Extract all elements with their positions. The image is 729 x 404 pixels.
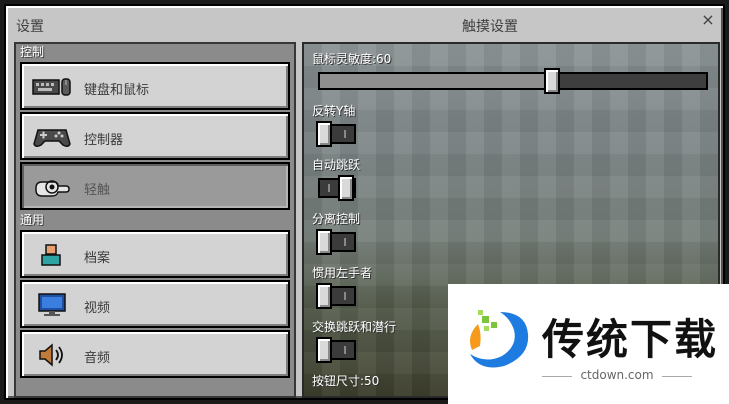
gamepad-icon <box>33 129 71 148</box>
section-label-control: 控制 <box>20 45 45 59</box>
sidebar-item-label: 控制器 <box>84 133 124 148</box>
slider-fill <box>320 74 552 88</box>
sensitivity-slider[interactable] <box>318 68 708 94</box>
page-title: 触摸设置 <box>462 19 518 35</box>
sidebar-item-label: 视频 <box>84 301 111 316</box>
sidebar-item-touch[interactable]: 轻触 <box>20 162 290 210</box>
keyboard-mouse-icon <box>32 78 71 96</box>
sidebar-item-audio[interactable]: 音频 <box>20 330 290 378</box>
toggle-pip <box>344 238 346 246</box>
sidebar: 控制 键盘和鼠标 控制器 轻触 通用 档案 视频 音频 <box>14 42 296 398</box>
slider-thumb[interactable] <box>543 68 560 94</box>
split-controls-label: 分离控制 <box>312 212 361 226</box>
watermark-banner: 传统下载 ctdown.com <box>448 284 729 404</box>
speaker-icon <box>39 343 63 367</box>
sidebar-item-label: 档案 <box>84 251 111 266</box>
watermark-title: 传统下载 <box>542 315 719 364</box>
sidebar-item-controller[interactable]: 控制器 <box>20 112 290 160</box>
toggle-knob <box>316 337 332 363</box>
left-handed-label: 惯用左手者 <box>312 266 373 280</box>
sidebar-item-label: 音频 <box>84 351 111 366</box>
split-controls-toggle[interactable] <box>316 229 356 255</box>
section-label-general: 通用 <box>20 213 45 227</box>
touch-hand-icon <box>35 180 70 197</box>
toggle-knob <box>316 229 332 255</box>
toggle-pip <box>328 184 330 192</box>
watermark-subtitle: ctdown.com <box>542 368 692 382</box>
button-size-label: 按钮尺寸:50 <box>312 374 380 388</box>
auto-jump-label: 自动跳跃 <box>312 158 361 172</box>
profile-icon <box>41 244 61 266</box>
settings-title: 设置 <box>16 19 44 35</box>
auto-jump-toggle[interactable] <box>318 175 356 201</box>
toggle-pip <box>344 346 346 354</box>
sensitivity-label: 鼠标灵敏度:60 <box>312 52 392 66</box>
invert-y-toggle[interactable] <box>316 121 356 147</box>
monitor-icon <box>38 293 66 316</box>
left-handed-toggle[interactable] <box>316 283 356 309</box>
sidebar-item-keyboard-mouse[interactable]: 键盘和鼠标 <box>20 62 290 110</box>
close-icon[interactable]: × <box>699 12 717 30</box>
toggle-knob <box>316 121 332 147</box>
sidebar-item-label: 轻触 <box>84 183 111 198</box>
toggle-knob <box>316 283 332 309</box>
sidebar-item-label: 键盘和鼠标 <box>84 83 150 98</box>
ctdown-logo-icon <box>470 310 529 368</box>
swap-jump-sneak-label: 交换跳跃和潜行 <box>312 320 397 334</box>
toggle-knob <box>338 175 354 201</box>
invert-y-label: 反转Y轴 <box>312 104 356 118</box>
toggle-pip <box>344 292 346 300</box>
sidebar-item-profile[interactable]: 档案 <box>20 230 290 278</box>
toggle-pip <box>344 130 346 138</box>
title-bar: 设置 触摸设置 × <box>6 6 723 42</box>
swap-jump-sneak-toggle[interactable] <box>316 337 356 363</box>
sidebar-item-video[interactable]: 视频 <box>20 280 290 328</box>
